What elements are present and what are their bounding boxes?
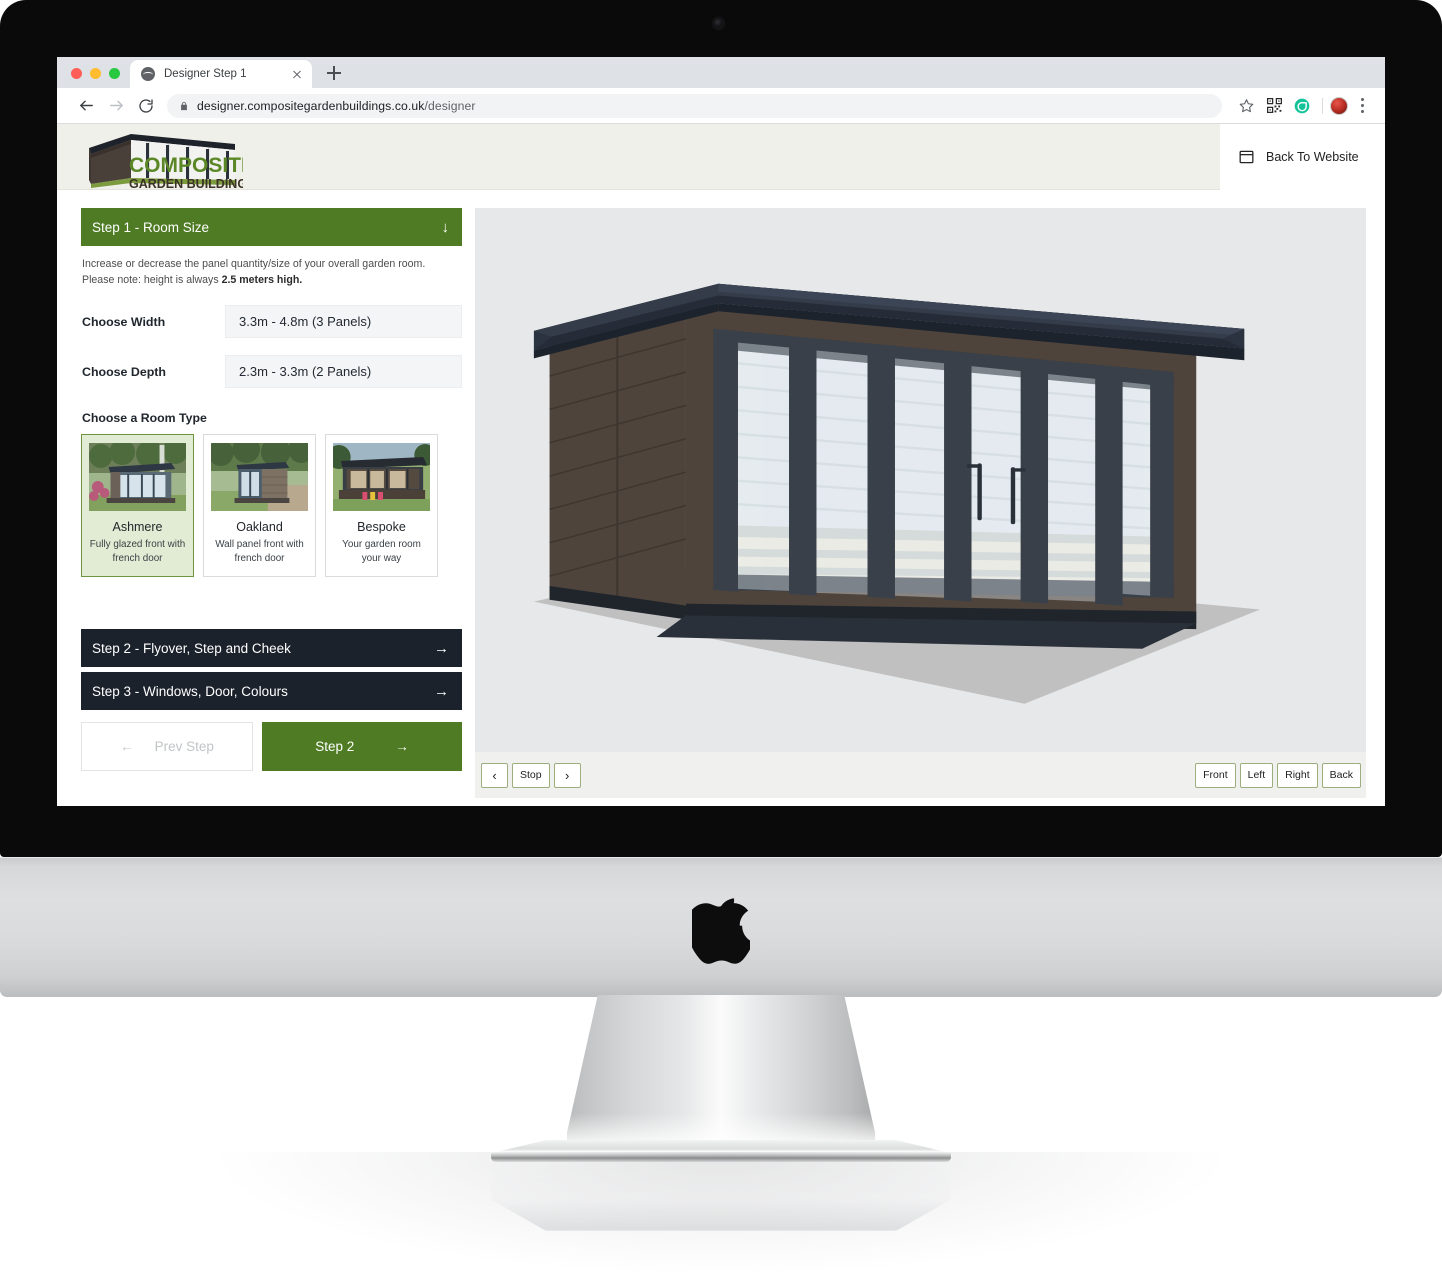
stop-rotation-button[interactable]: Stop [512,762,550,788]
view-back-button[interactable]: Back [1321,762,1361,788]
room-type-name: Bespoke [357,520,406,535]
back-to-website-button[interactable]: Back To Website [1220,124,1385,190]
next-step-button[interactable]: Step 2 → [262,722,462,772]
chevron-down-icon: ↓ [441,218,450,236]
rotate-right-button[interactable]: › [553,762,581,788]
room-type-card-bespoke[interactable]: Bespoke Your garden room your way [325,434,438,578]
reload-button[interactable] [131,91,161,121]
prev-step-label: Prev Step [154,739,214,755]
room-type-options: Ashmere Fully glazed front with french d… [81,434,462,578]
grammarly-icon[interactable] [1289,93,1315,119]
lock-icon [179,100,189,112]
webcam-icon [714,19,723,28]
arrow-right-icon: → [434,639,449,657]
prev-arrow-icon: ← [120,739,134,755]
arrow-right-icon: → [434,682,449,700]
rotate-left-button[interactable]: ‹ [481,762,508,788]
room-type-name: Oakland [236,520,283,535]
model-viewer[interactable] [475,208,1366,752]
globe-icon [141,67,155,81]
close-icon[interactable] [289,67,304,82]
avatar[interactable] [1330,96,1348,115]
browser-toolbar: designer.compositegardenbuildings.co.uk/… [57,88,1385,124]
tab-title: Designer Step 1 [164,68,247,80]
step2-header[interactable]: Step 2 - Flyover, Step and Cheek → [81,629,462,668]
url-host: designer.compositegardenbuildings.co.uk [197,98,425,113]
url-path: /designer [424,98,476,113]
star-icon[interactable] [1233,93,1259,119]
window-icon [1239,150,1254,164]
minimize-window-button[interactable] [90,68,101,79]
qr-code-icon[interactable] [1261,93,1287,119]
depth-label: Choose Depth [82,364,166,379]
garden-room-3d-model [533,283,1261,704]
browser-tab[interactable]: Designer Step 1 [130,60,312,88]
width-select[interactable]: 3.3m - 4.8m (3 Panels) [225,305,462,339]
room-type-label: Choose a Room Type [82,411,207,426]
bespoke-thumbnail [333,443,430,512]
view-front-button[interactable]: Front [1195,762,1236,788]
rotation-controls: ‹ Stop › [481,762,581,788]
step1-desc-height: 2.5 meters high. [221,274,303,287]
next-step-label: Step 2 [315,739,355,755]
logo-secondary-text: GARDEN BUILDINGS [129,177,243,191]
view-left-button[interactable]: Left [1239,762,1274,788]
browser-window: Designer Step 1 designer.compositegarden… [57,57,1385,806]
room-type-desc: Fully glazed front with french door [89,539,186,565]
depth-select[interactable]: 2.3m - 3.3m (2 Panels) [225,355,462,389]
view-right-button[interactable]: Right [1277,762,1318,788]
step1-desc-line2: Please note: height is always [82,274,222,287]
designer-right-panel: ‹ Stop › Front Left Right Back [462,208,1366,806]
step-navigation: ← Prev Step Step 2 → [81,722,462,772]
kebab-menu-icon[interactable] [1351,93,1373,119]
room-type-card-ashmere[interactable]: Ashmere Fully glazed front with french d… [81,434,194,578]
room-type-card-oakland[interactable]: Oakland Wall panel front with french doo… [203,434,316,578]
depth-field-row: Choose Depth 2.3m - 3.3m (2 Panels) [81,355,462,389]
close-window-button[interactable] [71,68,82,79]
viewer-controls: ‹ Stop › Front Left Right Back [475,752,1366,798]
toolbar-divider [1322,97,1323,114]
step3-title: Step 3 - Windows, Door, Colours [92,683,288,699]
logo-primary-text: COMPOSITE [129,154,243,177]
step1-desc-line1: Increase or decrease the panel quantity/… [82,258,426,270]
browser-tab-strip: Designer Step 1 [57,57,1385,88]
prev-step-button[interactable]: ← Prev Step [81,722,253,772]
room-type-desc: Your garden room your way [342,539,421,565]
room-type-name: Ashmere [112,520,163,535]
imac-scene: Designer Step 1 designer.compositegarden… [0,0,1442,1273]
designer-main: Step 1 - Room Size ↓ Increase or decreas… [57,190,1385,806]
back-button[interactable] [71,91,101,121]
floor-shadow [221,1152,1221,1272]
address-bar[interactable]: designer.compositegardenbuildings.co.uk/… [167,93,1222,118]
oakland-thumbnail [211,443,308,512]
step2-title: Step 2 - Flyover, Step and Cheek [92,640,291,656]
step1-description: Increase or decrease the panel quantity/… [82,256,462,288]
site-logo[interactable]: COMPOSITE GARDEN BUILDINGS [83,128,255,194]
width-field-row: Choose Width 3.3m - 4.8m (3 Panels) [81,305,462,339]
page-content: COMPOSITE GARDEN BUILDINGS Back To Websi… [57,124,1385,806]
url-text: designer.compositegardenbuildings.co.uk/… [197,99,476,113]
forward-button[interactable] [101,91,131,121]
window-traffic-lights [67,68,130,88]
maximize-window-button[interactable] [109,68,120,79]
back-to-website-label: Back To Website [1266,150,1359,164]
view-preset-controls: Front Left Right Back [1195,762,1361,788]
next-arrow-icon: → [395,739,409,755]
step3-header[interactable]: Step 3 - Windows, Door, Colours → [81,672,462,711]
site-header: COMPOSITE GARDEN BUILDINGS Back To Websi… [57,124,1385,191]
ashmere-thumbnail [89,443,186,512]
new-tab-button[interactable] [321,60,347,86]
apple-logo-icon [692,898,750,964]
room-type-desc: Wall panel front with french door [215,539,304,565]
imac-stand-neck [567,995,875,1155]
designer-left-panel: Step 1 - Room Size ↓ Increase or decreas… [81,208,462,806]
step1-title: Step 1 - Room Size [92,219,210,235]
step1-header[interactable]: Step 1 - Room Size ↓ [81,208,462,246]
width-label: Choose Width [82,314,166,329]
